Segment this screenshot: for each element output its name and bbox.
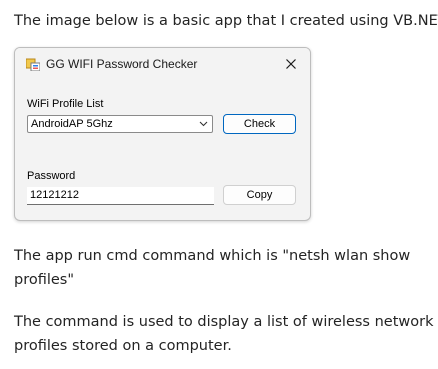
password-field[interactable]: 12121212 (27, 187, 214, 205)
chevron-down-icon (199, 121, 208, 127)
description-paragraph: The command is used to display a list of… (14, 314, 434, 354)
password-value: 12121212 (30, 189, 79, 201)
command-paragraph: The app run cmd command which is "netsh … (14, 248, 411, 288)
wifi-profile-list-label: WiFi Profile List (27, 98, 104, 110)
copy-button[interactable]: Copy (223, 185, 296, 205)
wifi-app-icon (26, 58, 40, 71)
selected-profile: AndroidAP 5Ghz (31, 118, 113, 130)
wifi-profile-dropdown[interactable]: AndroidAP 5Ghz (27, 115, 213, 133)
title-bar[interactable]: GG WIFI Password Checker (15, 48, 310, 80)
window-title: GG WIFI Password Checker (46, 57, 198, 71)
close-icon (286, 59, 296, 69)
intro-paragraph: The image below is a basic app that I cr… (14, 13, 438, 29)
check-button[interactable]: Check (223, 114, 296, 134)
close-button[interactable] (280, 53, 302, 75)
password-label: Password (27, 170, 76, 182)
app-window: GG WIFI Password Checker WiFi Profile Li… (14, 47, 311, 221)
